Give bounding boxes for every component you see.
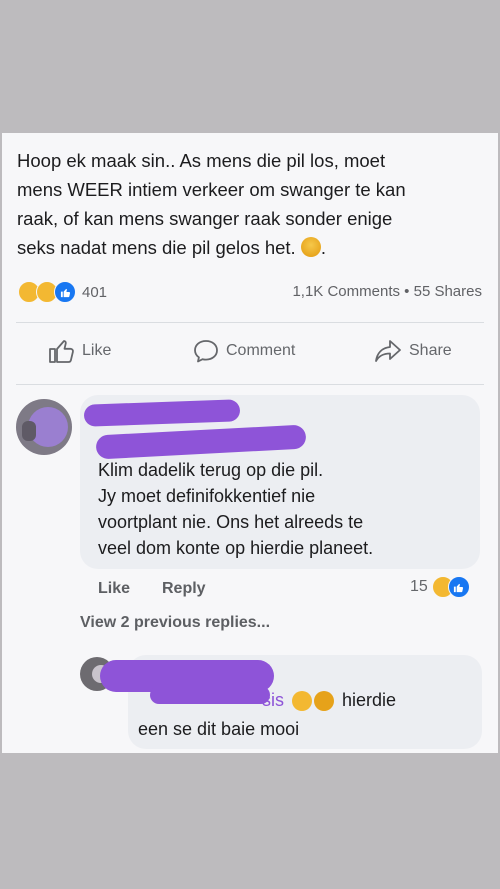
- post-line-end: .: [320, 237, 326, 258]
- redacted-name-2: [150, 686, 270, 704]
- comment-reply-button[interactable]: Reply: [162, 580, 206, 598]
- post-line-4: seks nadat mens die pil gelos het.: [17, 237, 296, 258]
- comment-like-button[interactable]: Like: [98, 580, 130, 598]
- post-line-2: mens WEER intiem verkeer om swanger te k…: [17, 179, 406, 200]
- like-label: Like: [82, 342, 112, 359]
- comment-label: Comment: [226, 342, 296, 359]
- comment-bubble-icon: [194, 340, 218, 363]
- worried-face-icon: [300, 237, 321, 257]
- share-label: Share: [409, 342, 452, 359]
- separator-dot: •: [404, 283, 410, 300]
- commenter-avatar[interactable]: [16, 399, 72, 455]
- shares-count[interactable]: 55 Shares: [414, 283, 482, 300]
- thumbs-up-icon: [49, 340, 74, 363]
- laughing-face-icon: [292, 690, 312, 711]
- post-line-3: raak, of kan mens swanger raak sonder en…: [17, 208, 393, 229]
- comment-line-4: veel dom konte op hierdie planeet.: [98, 538, 374, 558]
- reaction-summary[interactable]: 401: [18, 281, 107, 303]
- like-reaction-icon: [54, 281, 76, 303]
- reply-name-tail[interactable]: sis: [262, 690, 284, 711]
- comments-count[interactable]: 1,1K Comments: [292, 283, 400, 300]
- share-arrow-icon: [375, 340, 401, 362]
- comment-line-2: Jy moet definifokkentief nie: [98, 486, 316, 506]
- divider: [16, 384, 484, 385]
- like-reaction-icon: [447, 576, 470, 598]
- post-line-1: Hoop ek maak sin.. As mens die pil los, …: [17, 150, 386, 171]
- comment-line-3: voortplant nie. Ons het alreeds te: [98, 512, 364, 532]
- like-button[interactable]: Like: [48, 338, 111, 364]
- reaction-count: 401: [82, 283, 108, 301]
- share-button[interactable]: Share: [373, 338, 452, 364]
- reply-line-1-text: hierdie: [342, 690, 397, 710]
- post-text: Hoop ek maak sin.. As mens die pil los, …: [17, 146, 487, 262]
- divider: [16, 322, 484, 323]
- comment-reactions[interactable]: 15: [410, 576, 470, 598]
- comment-reaction-count: 15: [410, 578, 428, 595]
- comment-button[interactable]: Comment: [192, 338, 295, 364]
- comment-text: Klim dadelik terug op die pil. Jy moet d…: [98, 457, 373, 561]
- engagement-counts: 1,1K Comments • 55 Shares: [292, 283, 482, 300]
- reply-line-2: een se dit baie mooi: [138, 719, 300, 739]
- reply-line-1: sis hierdie: [262, 690, 396, 711]
- crying-laughing-icon: [314, 690, 334, 711]
- view-previous-replies[interactable]: View 2 previous replies...: [80, 614, 270, 632]
- post-actions: Like Comment Share: [0, 338, 496, 370]
- comment-line-1: Klim dadelik terug op die pil.: [98, 460, 324, 480]
